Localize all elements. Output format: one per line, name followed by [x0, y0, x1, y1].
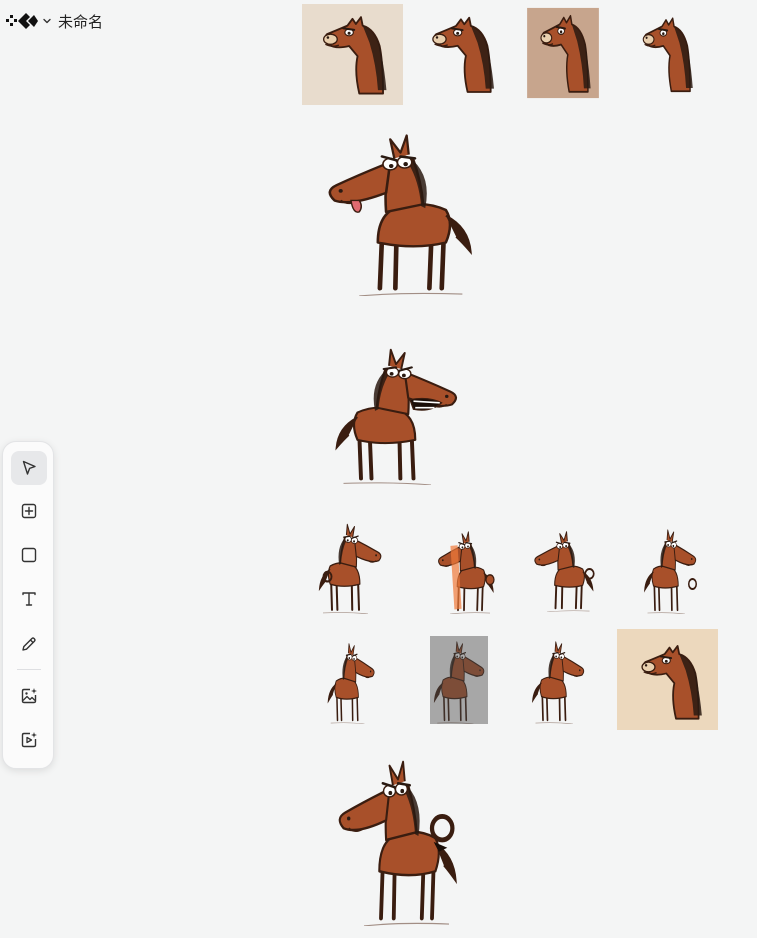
top-bar: 未命名 [6, 8, 103, 34]
pointer-icon [22, 460, 36, 475]
document-title[interactable]: 未命名 [58, 11, 103, 32]
horse-standing-1[interactable] [324, 638, 378, 724]
horse-ok-gesture-1[interactable] [314, 518, 386, 614]
horse-ok-sign-large[interactable] [330, 750, 466, 926]
horse-standing-dark[interactable] [430, 636, 488, 724]
pen-tool[interactable] [11, 627, 47, 661]
horse-thumbs-up[interactable] [434, 526, 498, 614]
video-sparkle-icon [21, 732, 37, 748]
text-tool[interactable] [11, 582, 47, 616]
horse-head-portrait-4[interactable] [628, 8, 704, 100]
horse-ok-gesture-2[interactable] [530, 526, 598, 612]
image-sparkle-icon [21, 688, 37, 704]
select-tool[interactable] [11, 451, 47, 485]
horse-sad-portrait[interactable] [617, 629, 718, 730]
text-t-icon [22, 592, 36, 606]
angry-horse-shouting[interactable] [326, 340, 466, 485]
horse-head-portrait-2[interactable] [412, 4, 508, 104]
pencil-icon [22, 637, 36, 651]
app-logo-icon[interactable] [6, 11, 38, 31]
tool-palette [2, 441, 54, 769]
video-generate-tool[interactable] [11, 723, 47, 757]
rectangle-tool[interactable] [11, 538, 47, 572]
silly-horse-tongue[interactable] [318, 124, 483, 296]
chevron-down-icon[interactable] [42, 16, 52, 26]
frame-tool[interactable] [11, 494, 47, 528]
horse-head-portrait-3[interactable] [524, 4, 602, 102]
square-icon [21, 547, 37, 563]
horse-standing-2[interactable] [528, 636, 588, 724]
toolbar-divider [17, 669, 41, 670]
horse-head-portrait-1[interactable] [302, 4, 403, 105]
image-generate-tool[interactable] [11, 679, 47, 713]
square-plus-icon [21, 503, 37, 519]
horse-ok-gesture-3[interactable] [640, 524, 700, 614]
